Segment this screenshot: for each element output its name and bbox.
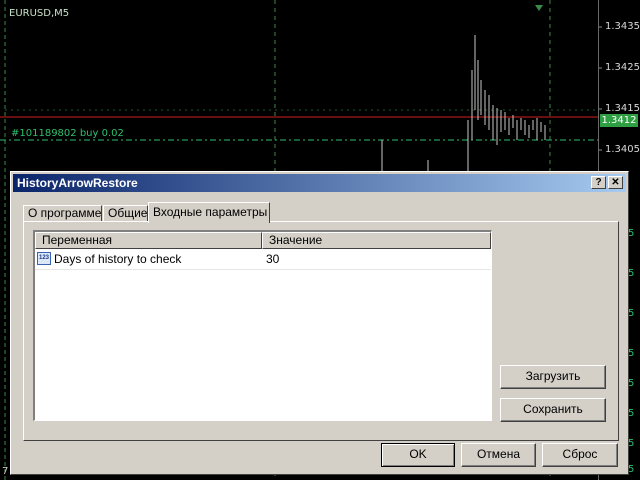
time-axis-fragment: 7 [2,466,9,477]
price-candles [381,35,546,172]
parameters-list[interactable]: Переменная Значение 123 Days of history … [33,230,492,421]
dialog-title: HistoryArrowRestore [17,176,138,190]
column-header-variable[interactable]: Переменная [35,232,262,249]
price-axis-label: 1.3435 [605,21,640,32]
param-value[interactable]: 30 [266,249,279,269]
tab-about[interactable]: О программе [23,205,102,222]
table-row[interactable]: 123 Days of history to check 30 [35,249,491,270]
tab-common[interactable]: Общие [103,205,148,222]
time-marker-icon [535,5,543,11]
tab-input-parameters[interactable]: Входные параметры [148,202,270,223]
chart-symbol-label: EURUSD,M5 [9,8,70,19]
load-button[interactable]: Загрузить [500,365,606,389]
order-line-label[interactable]: #101189802 buy 0.02 [11,128,124,139]
dialog-titlebar[interactable]: HistoryArrowRestore ? ✕ [13,174,626,192]
column-header-value[interactable]: Значение [262,232,491,249]
list-header: Переменная Значение [35,232,491,249]
close-button[interactable]: ✕ [608,176,623,189]
save-button[interactable]: Сохранить [500,398,606,422]
integer-param-icon: 123 [37,252,51,265]
ok-button[interactable]: OK [381,443,455,467]
price-axis-label: 1.3415 [605,103,640,114]
reset-button[interactable]: Сброс [542,443,618,467]
price-axis-label: 1.3405 [605,144,640,155]
current-price-badge: 1.3412 [600,114,638,127]
price-axis-label: 1.3425 [605,62,640,73]
cancel-button[interactable]: Отмена [461,443,536,467]
param-name: Days of history to check [54,252,182,266]
expert-properties-dialog: HistoryArrowRestore ? ✕ О программе Общи… [10,171,629,475]
help-button[interactable]: ? [591,176,606,189]
